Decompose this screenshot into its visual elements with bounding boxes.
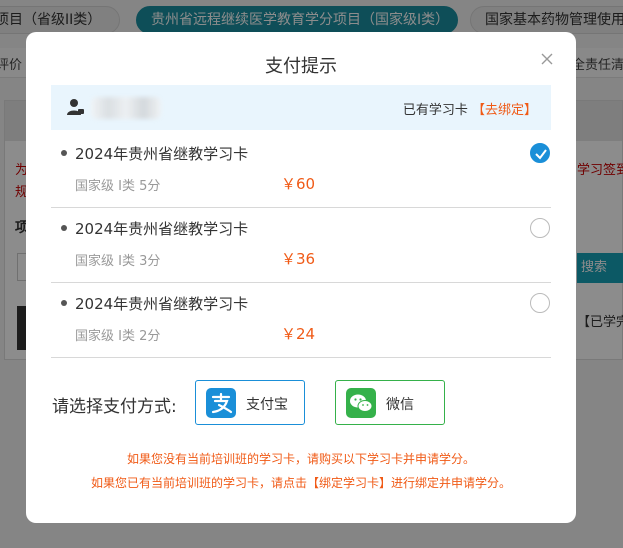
study-card-option[interactable]: 2024年贵州省继教学习卡 国家级 I类 3分 ￥36 <box>51 208 551 283</box>
alipay-button[interactable]: 支付宝 <box>195 380 305 425</box>
study-card-option[interactable]: 2024年贵州省继教学习卡 国家级 I类 2分 ￥24 <box>51 283 551 358</box>
study-card-list: 2024年贵州省继教学习卡 国家级 I类 5分 ￥60 2024年贵州省继教学习… <box>51 133 551 358</box>
bullet-icon <box>61 225 67 231</box>
bind-card-link[interactable]: 【去绑定】 <box>472 103 537 118</box>
payment-modal: 支付提示 已有学习卡 【去绑定】 2024年贵州省继教学习卡 国家级 I类 5分… <box>26 32 576 523</box>
card-level: 国家级 I类 2分 <box>75 329 161 344</box>
card-price: ￥36 <box>281 250 316 268</box>
check-icon <box>535 149 547 160</box>
bullet-icon <box>61 300 67 306</box>
card-level: 国家级 I类 3分 <box>75 254 161 269</box>
alipay-label: 支付宝 <box>246 397 288 413</box>
bullet-icon <box>61 150 67 156</box>
card-name: 2024年贵州省继教学习卡 <box>75 220 249 238</box>
account-name-redacted <box>91 97 161 119</box>
payment-method-label: 请选择支付方式: <box>52 397 177 417</box>
wechat-pay-button[interactable]: 微信 <box>335 380 445 425</box>
card-radio[interactable] <box>530 218 550 238</box>
has-card-label: 已有学习卡 <box>402 103 468 118</box>
has-card-text: 已有学习卡 【去绑定】 <box>403 99 537 118</box>
modal-title: 支付提示 <box>265 56 337 77</box>
close-icon[interactable] <box>540 52 554 66</box>
card-radio[interactable] <box>530 293 550 313</box>
wechat-label: 微信 <box>386 397 414 413</box>
card-price: ￥60 <box>281 175 316 193</box>
card-name: 2024年贵州省继教学习卡 <box>75 145 249 163</box>
wechat-icon <box>346 388 376 418</box>
account-bar: 已有学习卡 【去绑定】 <box>51 85 551 130</box>
purchase-notice: 如果您没有当前培训班的学习卡，请购买以下学习卡并申请学分。 <box>126 452 475 466</box>
alipay-icon <box>206 388 236 418</box>
bind-notice: 如果您已有当前培训班的学习卡，请点击【绑定学习卡】进行绑定并申请学分。 <box>90 476 511 490</box>
user-icon <box>67 98 85 116</box>
study-card-option[interactable]: 2024年贵州省继教学习卡 国家级 I类 5分 ￥60 <box>51 133 551 208</box>
card-price: ￥24 <box>281 325 316 343</box>
card-radio-selected[interactable] <box>530 143 550 163</box>
card-level: 国家级 I类 5分 <box>75 179 161 194</box>
card-name: 2024年贵州省继教学习卡 <box>75 295 249 313</box>
